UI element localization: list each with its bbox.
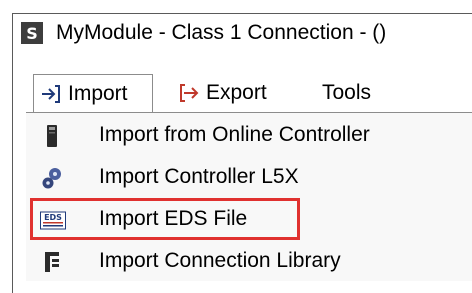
export-arrow-icon <box>178 82 200 104</box>
highlight-box <box>30 198 300 240</box>
gears-icon <box>40 166 64 190</box>
app-icon: S <box>21 22 43 44</box>
menu-item-import-connection-library[interactable]: Import Connection Library <box>26 241 472 283</box>
tab-export[interactable]: Export <box>170 74 267 112</box>
import-arrow-icon <box>40 83 62 105</box>
menu-item-import-online-controller[interactable]: Import from Online Controller <box>26 115 472 157</box>
menu-item-label: Import Controller L5X <box>99 165 299 188</box>
tab-tools-label: Tools <box>322 81 372 104</box>
tab-import-label: Import <box>68 81 128 105</box>
connection-library-icon <box>40 250 64 274</box>
window-title: MyModule - Class 1 Connection - () <box>56 21 387 44</box>
menu-item-import-controller-l5x[interactable]: Import Controller L5X <box>26 157 472 199</box>
menu-item-label: Import Connection Library <box>99 249 341 272</box>
tab-import[interactable]: Import <box>33 74 153 112</box>
controller-icon <box>40 124 64 148</box>
tab-export-label: Export <box>206 81 267 104</box>
menu-item-label: Import from Online Controller <box>99 123 370 146</box>
tab-tools[interactable]: Tools <box>322 74 371 112</box>
